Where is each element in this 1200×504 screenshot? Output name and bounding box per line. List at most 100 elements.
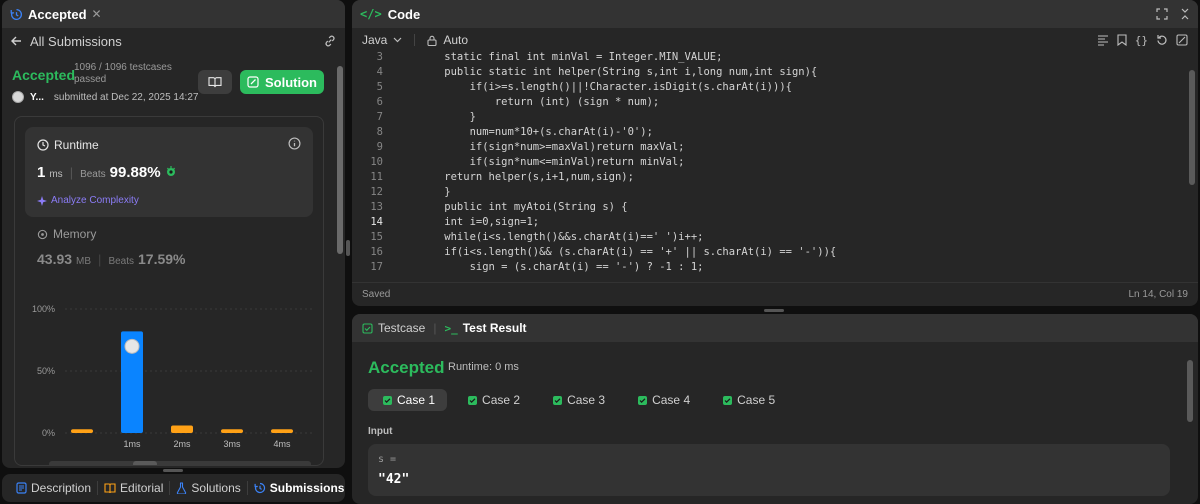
case-tab-2[interactable]: Case 2 xyxy=(453,389,532,411)
case-tab-3[interactable]: Case 3 xyxy=(538,389,617,411)
code-text: if(sign*num<=minVal)return minVal; xyxy=(419,156,685,168)
case-tab-label: Case 3 xyxy=(567,393,606,407)
line-number: 15 xyxy=(370,231,383,243)
code-editor[interactable]: 3 static final int minVal = Integer.MIN_… xyxy=(352,50,1198,274)
editor-status-bar: Saved Ln 14, Col 19 xyxy=(352,282,1198,306)
code-line[interactable]: 13 public int myAtoi(String s) { xyxy=(352,200,1198,215)
arrow-left-icon xyxy=(10,35,22,47)
collapse-icon[interactable] xyxy=(1180,8,1190,20)
solution-button[interactable]: Solution xyxy=(240,70,324,94)
code-text: while(i<s.length()&&s.charAt(i)==' ')i++… xyxy=(419,231,704,243)
code-text: if(i>=s.length()||!Character.isDigit(s.c… xyxy=(419,81,792,93)
line-number: 9 xyxy=(376,141,383,153)
runtime-card[interactable]: Runtime 1 ms | Beats 99.88% Analyze Comp… xyxy=(25,127,313,217)
case-tab-label: Case 2 xyxy=(482,393,521,407)
case-tabs: Case 1 Case 2 Case 3 Case 4 Case 5 xyxy=(368,389,793,411)
code-line[interactable]: 5 if(i>=s.length()||!Character.isDigit(s… xyxy=(352,80,1198,95)
horizontal-resize-handle[interactable] xyxy=(764,309,784,312)
x-tick-label: 1ms xyxy=(123,439,141,449)
tab-testcase[interactable]: Testcase xyxy=(362,321,425,335)
code-line[interactable]: 16 if(i<s.length()&& (s.charAt(i) == '+'… xyxy=(352,245,1198,260)
language-select[interactable]: Java xyxy=(362,33,387,47)
code-line[interactable]: 11 return helper(s,i+1,num,sign); xyxy=(352,170,1198,185)
code-line[interactable]: 15 while(i<s.length()&&s.charAt(i)==' ')… xyxy=(352,230,1198,245)
link-icon[interactable] xyxy=(323,34,337,48)
analyze-complexity-link[interactable]: Analyze Complexity xyxy=(37,195,139,206)
chart-scrollbar-thumb xyxy=(133,461,157,465)
lock-icon xyxy=(427,35,437,46)
code-line[interactable]: 4 public static int helper(String s,int … xyxy=(352,65,1198,80)
input-box: s = "42" xyxy=(368,444,1170,496)
x-tick-label: 3ms xyxy=(223,439,241,449)
code-line[interactable]: 17 sign = (s.charAt(i) == '-') ? -1 : 1; xyxy=(352,260,1198,274)
result-tab-bar: Testcase | >_ Test Result xyxy=(352,314,1198,342)
tab-solutions-label: Solutions xyxy=(191,481,241,495)
code-line[interactable]: 12 } xyxy=(352,185,1198,200)
chart-bar[interactable] xyxy=(71,429,93,433)
code-title: </> Code xyxy=(360,7,420,22)
reset-icon[interactable] xyxy=(1156,34,1168,46)
tab-description-label: Description xyxy=(31,481,92,495)
tab-editorial[interactable]: Editorial xyxy=(98,481,171,495)
left-scrollbar[interactable] xyxy=(336,66,344,462)
case-tab-label: Case 4 xyxy=(652,393,691,407)
code-line[interactable]: 9 if(sign*num>=maxVal)return maxVal; xyxy=(352,140,1198,155)
submitted-at: submitted at Dec 22, 2025 14:27 xyxy=(53,91,199,103)
mode-label[interactable]: Auto xyxy=(443,33,468,47)
chevron-down-icon[interactable] xyxy=(393,37,402,43)
all-submissions-link[interactable]: All Submissions xyxy=(10,34,122,49)
code-scrollbar-thumb[interactable] xyxy=(1189,70,1195,185)
code-line[interactable]: 10 if(sign*num<=minVal)return minVal; xyxy=(352,155,1198,170)
submission-status: Accepted xyxy=(12,67,76,83)
tab-accepted[interactable]: Accepted ✕ xyxy=(10,7,102,22)
case-tab-1[interactable]: Case 1 xyxy=(368,389,448,411)
result-scrollbar-thumb[interactable] xyxy=(1187,360,1193,422)
code-line[interactable]: 3 static final int minVal = Integer.MIN_… xyxy=(352,50,1198,65)
settings-square-icon[interactable] xyxy=(1176,34,1188,46)
tab-submissions-label: Submissions xyxy=(269,481,345,495)
line-number: 8 xyxy=(376,126,383,138)
tab-submissions[interactable]: Submissions xyxy=(248,481,351,495)
result-runtime: Runtime: 0 ms xyxy=(448,361,519,373)
braces-icon[interactable]: {} xyxy=(1135,34,1148,47)
tab-solutions[interactable]: Solutions xyxy=(170,481,248,495)
line-number: 10 xyxy=(370,156,383,168)
avatar[interactable] xyxy=(12,91,24,103)
editor-toolbar: Java Auto {} xyxy=(352,28,1198,52)
back-row: All Submissions xyxy=(2,28,345,54)
code-line[interactable]: 6 return (int) (sign * num); xyxy=(352,95,1198,110)
code-line[interactable]: 14 int i=0,sign=1; xyxy=(352,215,1198,230)
code-text: public static int helper(String s,int i,… xyxy=(419,66,818,78)
tab-description[interactable]: Description xyxy=(10,481,99,495)
memory-title[interactable]: Memory xyxy=(37,227,96,241)
info-icon[interactable] xyxy=(288,137,301,150)
user-avatar-marker xyxy=(124,338,140,354)
clock-icon xyxy=(37,139,49,151)
left-resize-handle[interactable] xyxy=(163,469,183,472)
code-text: } xyxy=(419,111,476,123)
case-tab-4[interactable]: Case 4 xyxy=(623,389,702,411)
chart-bar[interactable] xyxy=(271,429,293,433)
tab-test-result[interactable]: >_ Test Result xyxy=(444,321,526,335)
bookmark-icon[interactable] xyxy=(1117,34,1127,46)
runtime-distribution-chart: 100% 50% 0% 1ms 2ms 3ms 4ms xyxy=(32,304,315,465)
close-icon[interactable]: ✕ xyxy=(92,7,102,21)
left-scrollbar-thumb[interactable] xyxy=(337,66,343,254)
vertical-resize-handle[interactable] xyxy=(346,240,350,256)
saved-status: Saved xyxy=(362,289,391,300)
format-icon[interactable] xyxy=(1097,34,1109,46)
result-scrollbar[interactable] xyxy=(1186,348,1194,498)
case-tab-5[interactable]: Case 5 xyxy=(708,389,787,411)
problem-tabs: Description Editorial Solutions Submissi… xyxy=(2,474,345,502)
code-line[interactable]: 8 num=num*10+(s.charAt(i)-'0'); xyxy=(352,125,1198,140)
chart-bar[interactable] xyxy=(221,429,243,433)
code-line[interactable]: 7 } xyxy=(352,110,1198,125)
runtime-value: 1 xyxy=(37,164,46,181)
tab-test-result-label: Test Result xyxy=(462,321,527,335)
code-scrollbar[interactable] xyxy=(1188,70,1196,274)
editorial-button[interactable] xyxy=(198,70,232,94)
chart-bar[interactable] xyxy=(171,425,193,433)
username[interactable]: Y... xyxy=(30,92,44,103)
fullscreen-icon[interactable] xyxy=(1156,8,1168,20)
case-tab-label: Case 5 xyxy=(737,393,776,407)
